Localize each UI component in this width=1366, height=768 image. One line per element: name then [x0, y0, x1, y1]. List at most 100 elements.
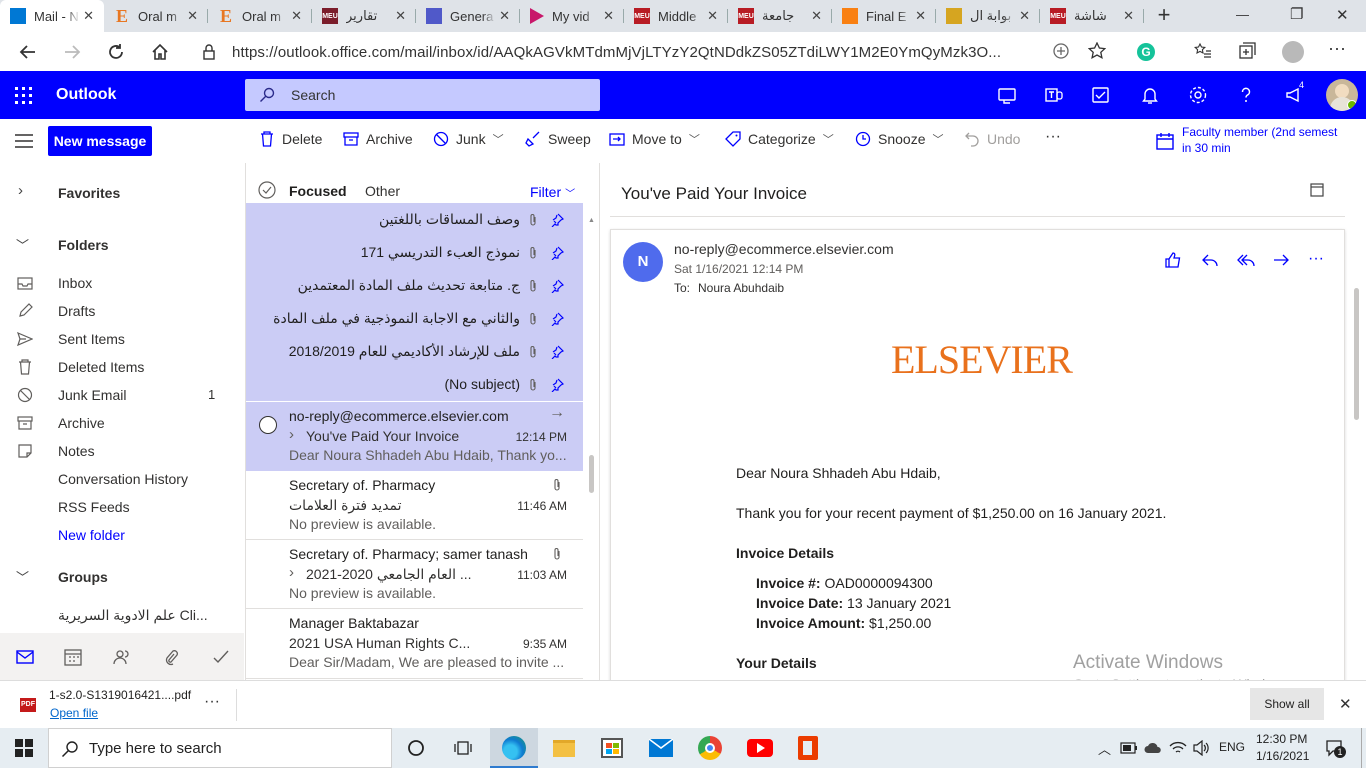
download-file-name[interactable]: 1-s2.0-S1319016421....pdf	[49, 688, 191, 702]
my-day-icon[interactable]	[1091, 85, 1111, 105]
youtube-icon[interactable]	[747, 739, 773, 757]
help-icon[interactable]	[1236, 85, 1256, 105]
url-text[interactable]: https://outlook.office.com/mail/inbox/id…	[232, 44, 1001, 61]
grammarly-icon[interactable]: G	[1137, 43, 1155, 61]
tab-focused[interactable]: Focused	[289, 183, 347, 199]
snooze-button[interactable]: Snooze ﹀	[855, 131, 943, 147]
archive-button[interactable]: Archive	[343, 131, 413, 147]
people-icon[interactable]	[113, 648, 131, 666]
tab-close-icon[interactable]: ✕	[603, 8, 614, 24]
select-all-circle-icon[interactable]	[258, 181, 276, 199]
sidebar-item-sent-items[interactable]: Sent Items	[0, 325, 244, 353]
new-folder-link[interactable]: New folder	[0, 521, 244, 549]
delete-button[interactable]: Delete	[259, 131, 322, 147]
collections-icon[interactable]	[1238, 42, 1256, 60]
more-options-button[interactable]: ···	[1308, 250, 1324, 268]
browser-tab[interactable]: MEU Middle ✕	[624, 0, 728, 32]
pin-icon[interactable]	[550, 246, 564, 260]
forward-icon[interactable]	[1272, 251, 1290, 269]
battery-icon[interactable]	[1120, 742, 1138, 754]
categorize-button[interactable]: Categorize ﹀	[725, 131, 834, 147]
sidebar-item-deleted-items[interactable]: Deleted Items	[0, 353, 244, 381]
refresh-icon[interactable]	[106, 42, 126, 62]
restore-button[interactable]: ❐	[1290, 5, 1303, 23]
chevron-right-icon[interactable]: ›	[289, 426, 294, 443]
pinned-message-row[interactable]: وصف المساقات باللغتين	[246, 203, 583, 236]
pin-icon[interactable]	[550, 345, 564, 359]
bell-icon[interactable]	[1140, 85, 1160, 105]
browser-tab[interactable]: بوابة ال ✕	[936, 0, 1040, 32]
reply-all-icon[interactable]	[1237, 251, 1255, 269]
pinned-message-row[interactable]: ملف للإرشاد الأكاديمي للعام 2018/2019	[246, 335, 583, 368]
close-download-bar-button[interactable]: ✕	[1339, 695, 1352, 713]
sidebar-item-junk-email[interactable]: Junk Email 1	[0, 381, 244, 409]
tab-close-icon[interactable]: ✕	[395, 8, 406, 24]
tab-close-icon[interactable]: ✕	[1123, 8, 1134, 24]
meet-now-icon[interactable]	[997, 85, 1017, 105]
pin-icon[interactable]	[550, 213, 564, 227]
browser-tab[interactable]: MEU تقارير ✕	[312, 0, 416, 32]
open-file-link[interactable]: Open file	[50, 706, 98, 720]
chevron-right-icon[interactable]: ›	[289, 564, 294, 581]
mail-app-icon[interactable]	[649, 739, 673, 757]
sender-avatar[interactable]: N	[623, 242, 663, 282]
more-actions-button[interactable]: ···	[1045, 128, 1061, 146]
add-favorite-plus-icon[interactable]	[1052, 42, 1070, 60]
windows-start-icon[interactable]	[15, 739, 33, 757]
message-row[interactable]: Secretary of. Pharmacy تمديد فترة العلاما…	[246, 471, 583, 540]
like-icon[interactable]	[1164, 251, 1182, 269]
task-view-icon[interactable]	[454, 739, 472, 757]
tab-close-icon[interactable]: ✕	[707, 8, 718, 24]
filter-button[interactable]: Filter ﹀	[530, 184, 575, 200]
tab-close-icon[interactable]: ✕	[811, 8, 822, 24]
clock-date[interactable]: 1/16/2021	[1256, 749, 1309, 763]
lock-icon[interactable]	[202, 44, 216, 60]
pinned-message-row[interactable]: (No subject)	[246, 368, 583, 401]
download-more-button[interactable]: ···	[204, 693, 220, 711]
undo-button[interactable]: Undo	[964, 131, 1020, 147]
message-row[interactable]: no-reply@ecommerce.elsevier.com › You've P…	[246, 402, 583, 471]
store-icon[interactable]	[601, 738, 623, 758]
window-close-button[interactable]: ✕	[1336, 6, 1349, 24]
wifi-icon[interactable]	[1169, 740, 1187, 756]
reminder-title[interactable]: Faculty member (2nd semest	[1182, 125, 1337, 139]
immersive-reader-icon[interactable]	[1310, 183, 1324, 197]
cortana-icon[interactable]	[407, 739, 425, 757]
mail-icon[interactable]	[16, 650, 34, 664]
browser-tab[interactable]: My vid ✕	[520, 0, 624, 32]
pin-icon[interactable]	[550, 279, 564, 293]
groups-section[interactable]: ﹀ Groups	[0, 563, 244, 591]
show-all-button[interactable]: Show all	[1250, 688, 1324, 720]
taskbar-search-box[interactable]: Type here to search	[48, 728, 392, 768]
browser-tab[interactable]: E Oral m ✕	[208, 0, 312, 32]
sidebar-item-notes[interactable]: Notes	[0, 437, 244, 465]
gear-icon[interactable]	[1188, 85, 1208, 105]
pinned-message-row[interactable]: ج. متابعة تحديث ملف المادة المعتمدين	[246, 269, 583, 302]
scroll-up-arrow[interactable]: ▲	[588, 217, 595, 224]
list-scroll-thumb[interactable]	[589, 455, 594, 493]
group-item[interactable]: علم الادوية السريرية Cli...	[0, 601, 244, 629]
url-bar[interactable]: https://outlook.office.com/mail/inbox/id…	[188, 36, 1120, 68]
sidebar-item-inbox[interactable]: Inbox	[0, 269, 244, 297]
sidebar-item-rss-feeds[interactable]: RSS Feeds	[0, 493, 244, 521]
pinned-message-row[interactable]: والثاني مع الاجابة النموذجية في ملف الما…	[246, 302, 583, 335]
forward-arrow-icon[interactable]: →	[549, 404, 565, 422]
new-message-button[interactable]: New message	[48, 126, 152, 156]
reply-icon[interactable]	[1201, 251, 1219, 269]
list-scrollbar[interactable]: ▲ ▼	[584, 215, 599, 680]
sweep-button[interactable]: Sweep	[525, 131, 591, 147]
tab-close-icon[interactable]: ✕	[915, 8, 926, 24]
back-arrow-icon[interactable]	[18, 42, 38, 62]
pin-icon[interactable]	[550, 378, 564, 392]
browser-tab[interactable]: Final E ✕	[832, 0, 936, 32]
new-tab-button[interactable]: +	[1148, 0, 1180, 32]
pinned-message-row[interactable]: نموذج العبء التدريسي 171	[246, 236, 583, 269]
favorites-section[interactable]: › Favorites	[0, 179, 244, 207]
tab-other[interactable]: Other	[365, 183, 400, 199]
junk-button[interactable]: Junk ﹀	[433, 131, 504, 147]
chrome-icon[interactable]	[698, 736, 722, 760]
todo-check-icon[interactable]	[212, 648, 230, 666]
hamburger-icon[interactable]	[15, 134, 33, 148]
tab-close-icon[interactable]: ✕	[499, 8, 510, 24]
browser-tab[interactable]: E Oral m ✕	[104, 0, 208, 32]
